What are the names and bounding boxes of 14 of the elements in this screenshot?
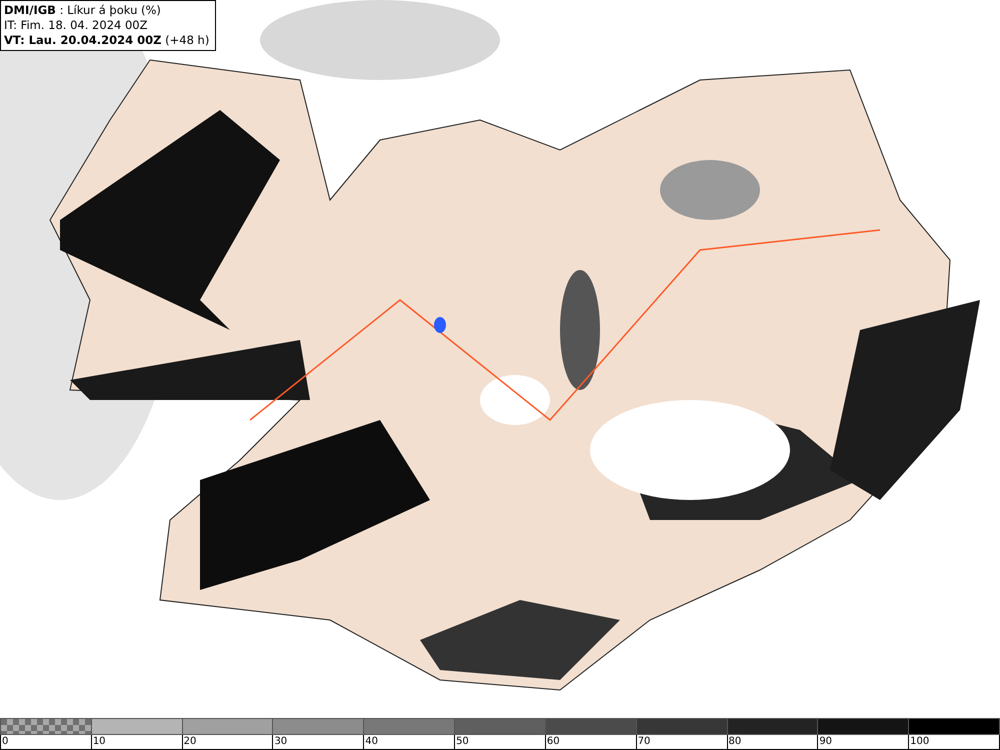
colorbar-label: 90	[819, 736, 832, 747]
colorbar-label: 0	[2, 736, 8, 747]
colorbar-label: 100	[910, 736, 930, 747]
colorbar-label: 80	[728, 736, 742, 747]
colorbar-label: 30	[274, 736, 288, 747]
legend-text: IT: Fim. 18. 04. 2024 00Z	[4, 18, 148, 33]
colorbar-label: 20	[184, 736, 196, 747]
colorbar-label: 60	[546, 736, 560, 747]
colorbar-label: 50	[456, 736, 469, 747]
colorbar-label: 40	[365, 736, 378, 747]
colorbar-label: 70	[638, 736, 650, 747]
colorbar-label: 10	[92, 736, 106, 747]
legend-text: VT: Lau. 20.04.2024 00Z (+48 h)	[4, 33, 210, 48]
legend-text: DMI/IGB : Líkur á þoku (%)	[4, 3, 162, 18]
